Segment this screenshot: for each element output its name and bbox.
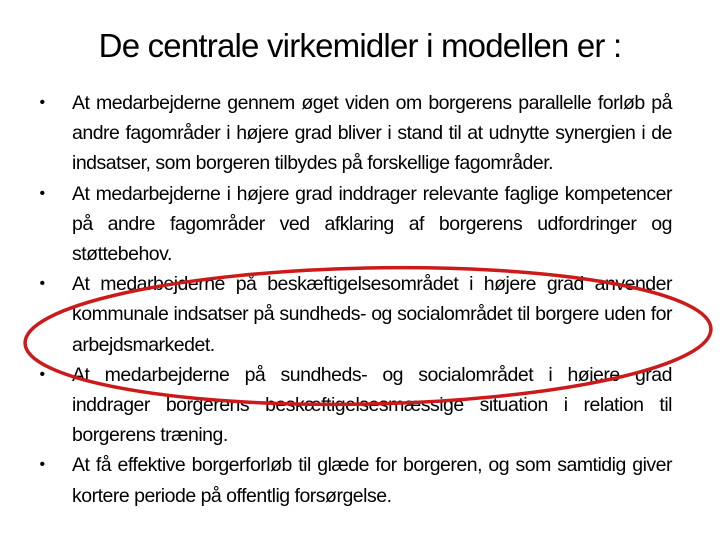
bullet-item: • At medarbejderne gennem øget viden om … xyxy=(39,88,673,179)
bullet-dot-icon: • xyxy=(39,456,45,474)
bullet-text: At medarbejderne i højere grad inddrager… xyxy=(72,182,673,266)
bullet-text: At få effektive borgerforløb til glæde f… xyxy=(72,454,673,507)
bullet-dot-icon: • xyxy=(39,365,45,383)
bullet-item: • At medarbejderne i højere grad inddrag… xyxy=(39,179,673,270)
bullet-text: At medarbejderne på sundheds- og socialo… xyxy=(72,363,673,447)
bullet-dot-icon: • xyxy=(39,184,45,202)
bullet-text: At medarbejderne på beskæftigelsesområde… xyxy=(72,273,673,356)
slide-title: De centrale virkemidler i modellen er : xyxy=(98,27,622,64)
bullet-dot-icon: • xyxy=(39,275,45,293)
bullet-item: • At medarbejderne på sundheds- og socia… xyxy=(39,360,673,451)
bullet-list: • At medarbejderne gennem øget viden om … xyxy=(39,88,673,511)
bullet-item-highlighted: • At medarbejderne på beskæftigelsesområ… xyxy=(39,269,673,360)
bullet-dot-icon: • xyxy=(39,94,45,111)
bullet-text: At medarbejderne gennem øget viden om bo… xyxy=(72,92,673,175)
bullet-item: • At få effektive borgerforløb til glæde… xyxy=(39,450,673,510)
